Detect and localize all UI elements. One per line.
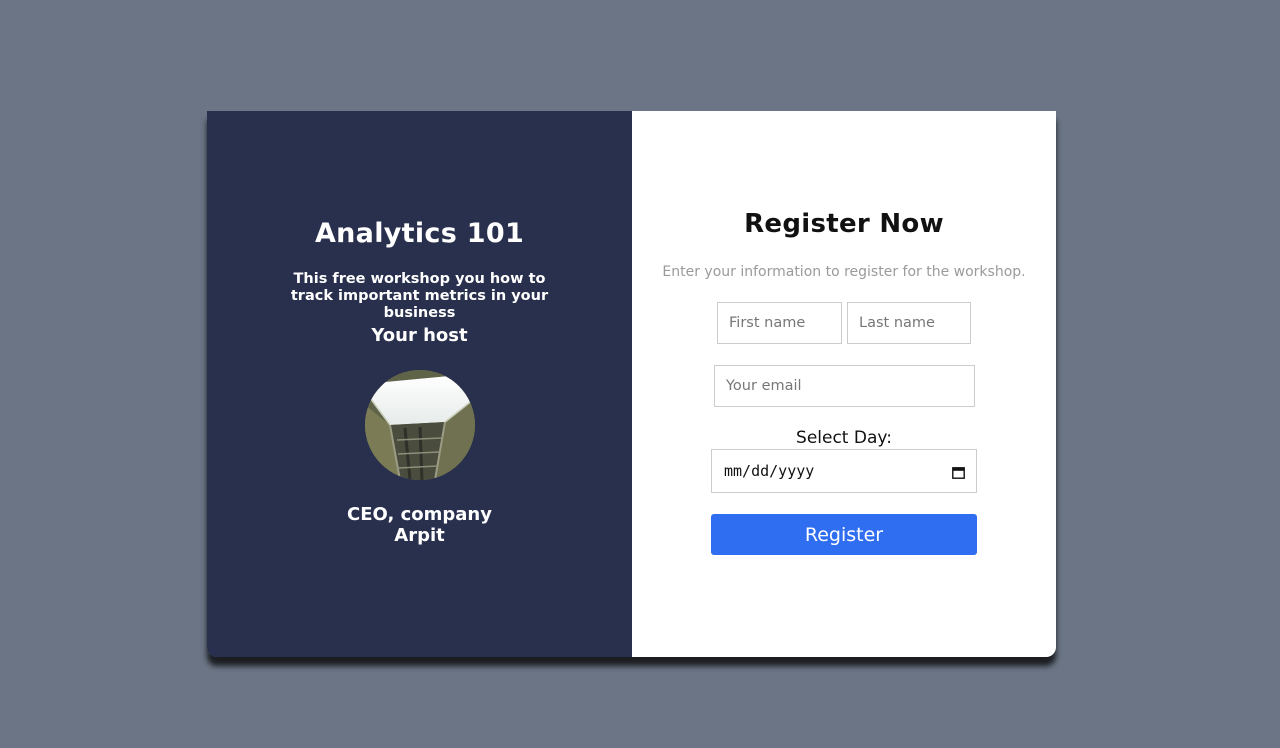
host-role: CEO, company xyxy=(347,504,492,525)
register-title: Register Now xyxy=(744,209,944,239)
host-avatar xyxy=(365,370,475,480)
registration-form-panel: Register Now Enter your information to r… xyxy=(632,111,1056,657)
register-subtitle: Enter your information to register for t… xyxy=(662,264,1026,280)
host-label: Your host xyxy=(371,325,468,346)
date-input[interactable]: mm/dd/yyyy xyxy=(711,449,977,493)
select-day-label: Select Day: xyxy=(796,428,892,448)
date-placeholder: mm/dd/yyyy xyxy=(724,462,815,480)
email-input[interactable] xyxy=(714,365,975,407)
last-name-input[interactable] xyxy=(847,302,971,344)
host-name: Arpit xyxy=(394,525,445,546)
workshop-title: Analytics 101 xyxy=(314,218,525,249)
host-photo-icon xyxy=(365,370,475,480)
workshop-info-panel: Analytics 101 This free workshop you how… xyxy=(207,111,632,657)
calendar-icon[interactable] xyxy=(952,465,965,479)
workshop-description: This free workshop you how to track impo… xyxy=(290,271,549,321)
registration-card: Analytics 101 This free workshop you how… xyxy=(207,111,1056,657)
first-name-input[interactable] xyxy=(717,302,842,344)
register-button[interactable]: Register xyxy=(711,514,977,555)
